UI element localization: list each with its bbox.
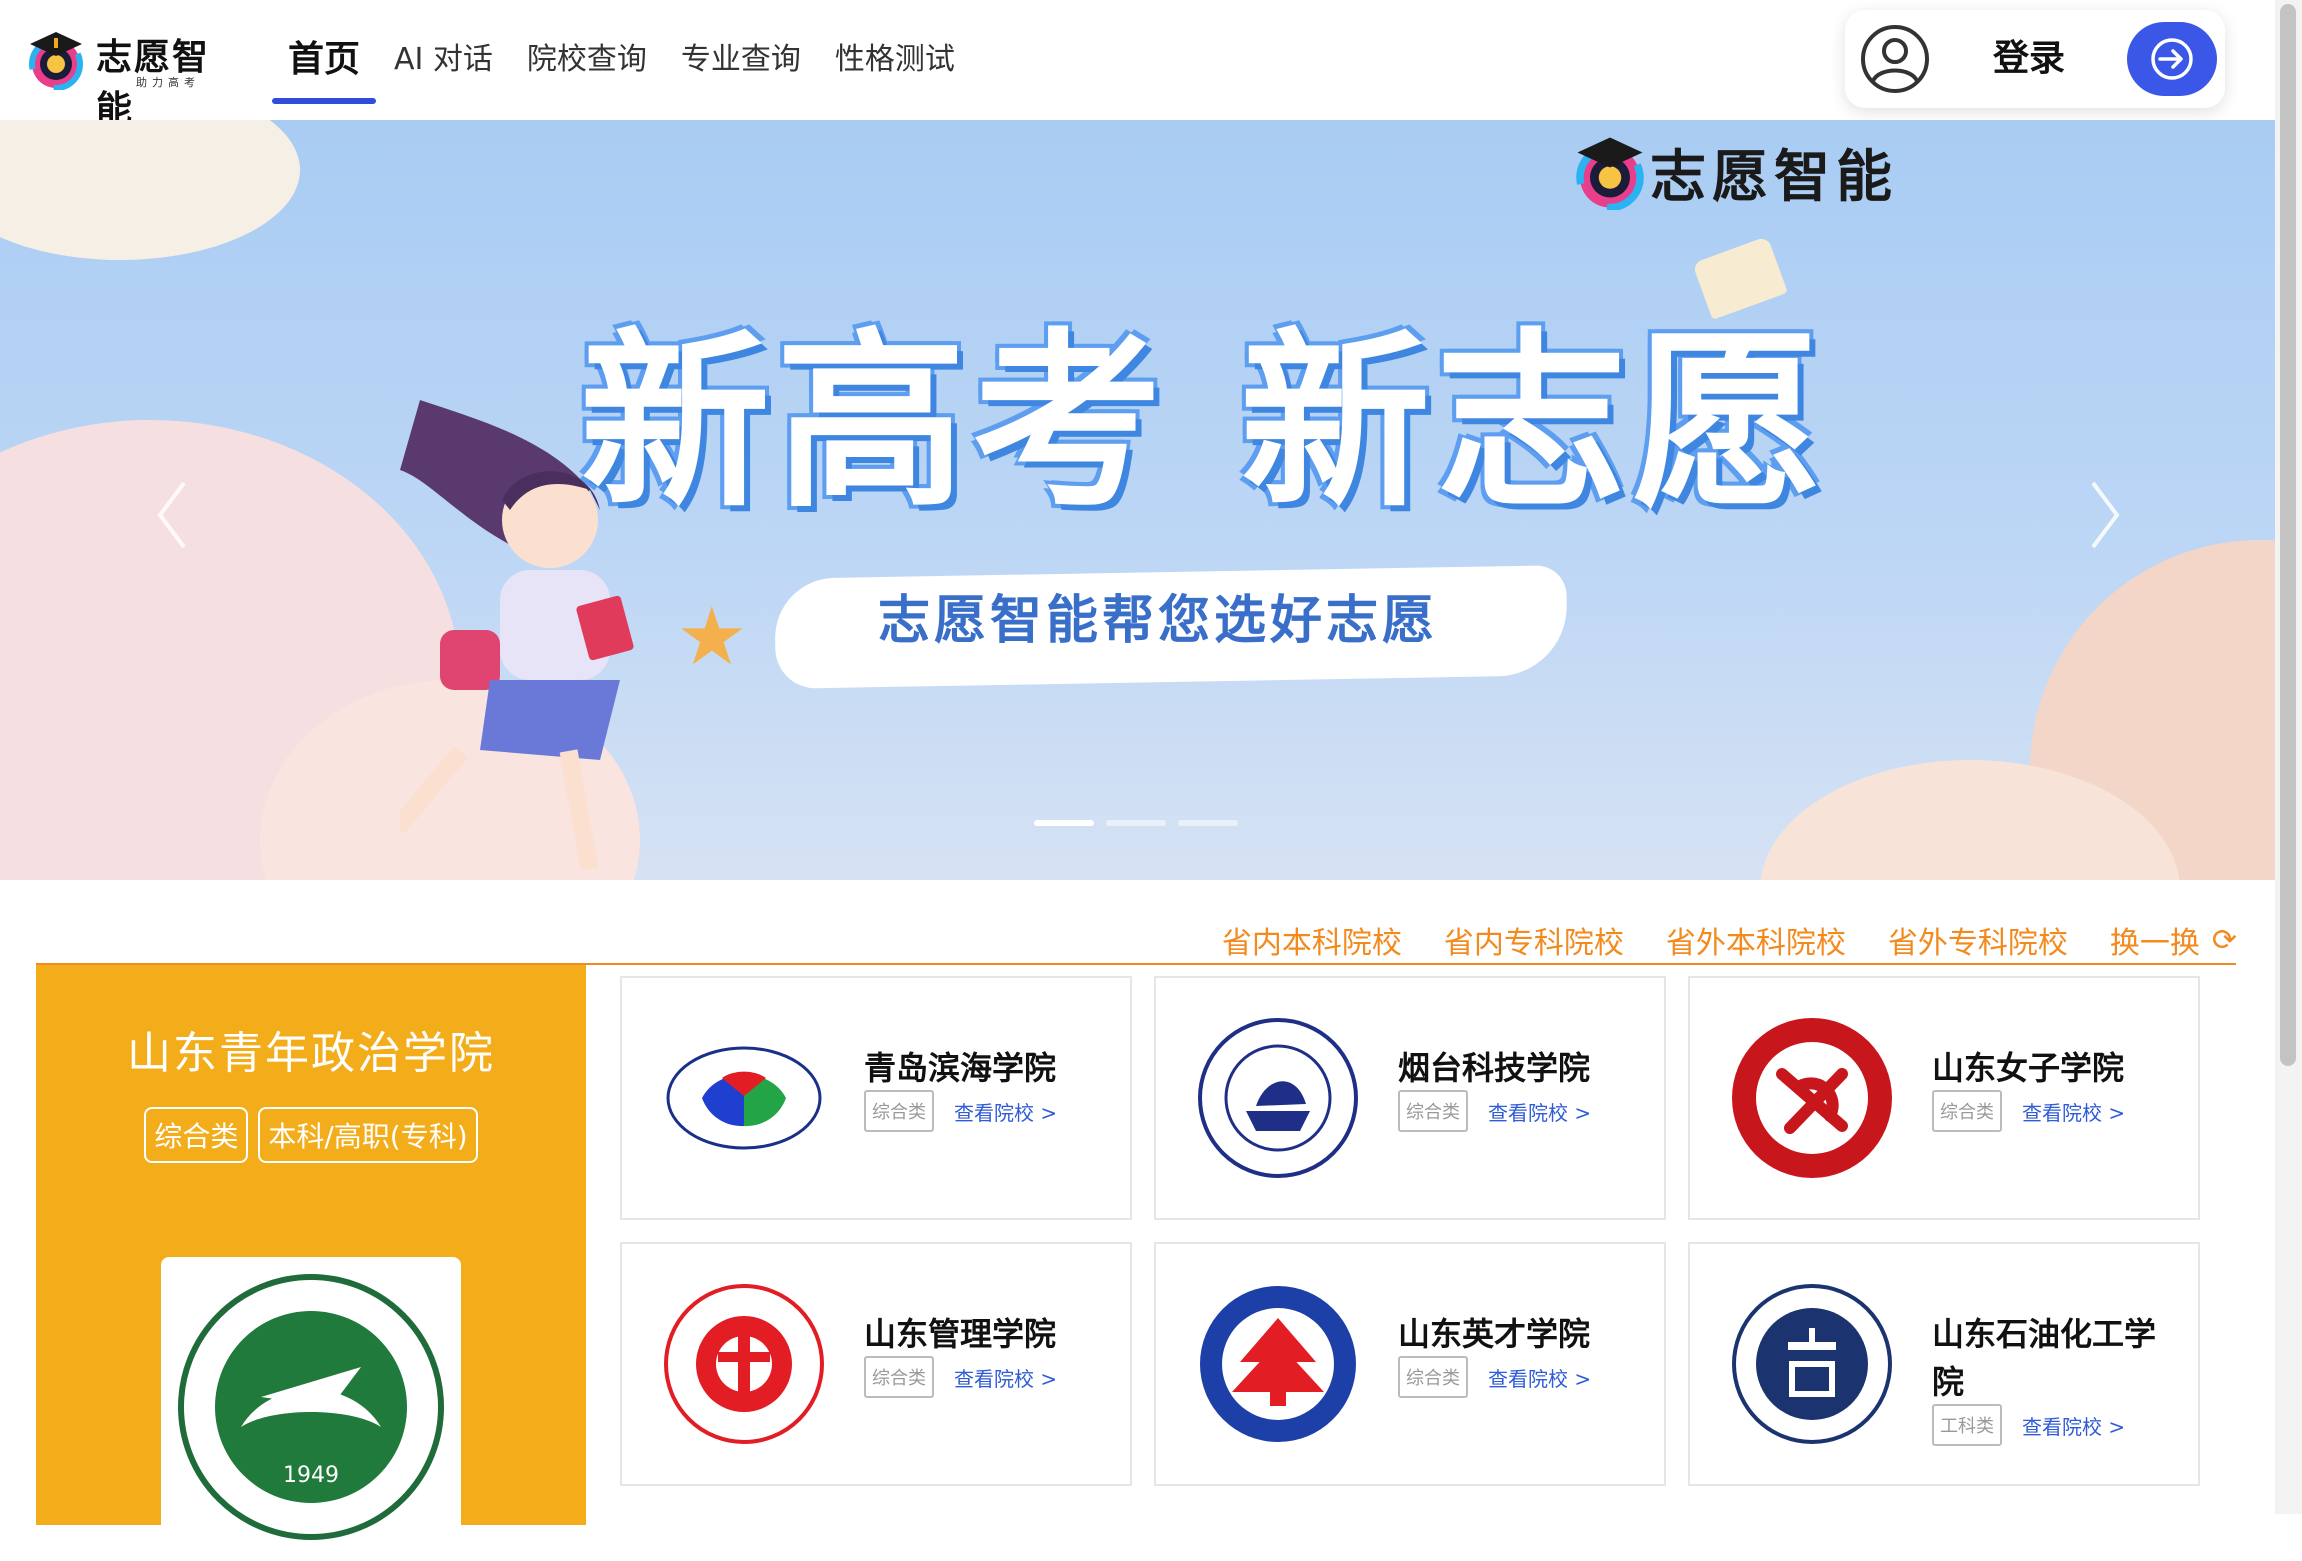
banner-headline: 新高考 新志愿 [580, 312, 1829, 533]
school-type-tag: 综合类 [1932, 1090, 2002, 1132]
school-name: 山东女子学院 [1932, 1049, 2125, 1087]
nav-major-search[interactable]: 专业查询 [681, 0, 801, 120]
tab-in-province-undergrad[interactable]: 省内本科院校 [1222, 918, 1402, 962]
view-school-link[interactable]: 查看院校 > [2022, 1097, 2125, 1126]
school-type-tag: 工科类 [1932, 1404, 2002, 1446]
view-school-link[interactable]: 查看院校 > [954, 1363, 1057, 1392]
school-logo-icon [666, 1046, 822, 1150]
carousel-dot[interactable] [1178, 820, 1238, 826]
school-card[interactable]: 山东管理学院 综合类 查看院校 > [620, 1242, 1132, 1486]
carousel-next-arrow-icon[interactable] [2085, 475, 2125, 555]
school-name: 山东英才学院 [1398, 1315, 1591, 1353]
featured-school-logo: 1949 [161, 1257, 461, 1557]
site-logo[interactable]: 志愿智能 助力高考 [24, 26, 244, 130]
featured-school-name: 山东青年政治学院 [127, 1028, 495, 1079]
school-logo-icon [1732, 1284, 1892, 1444]
view-school-link[interactable]: 查看院校 > [2022, 1411, 2125, 1440]
featured-school-card[interactable]: 山东青年政治学院 综合类 本科/高职(专科) 1949 [36, 965, 586, 1557]
category-tabs: 省内本科院校 省内专科院校 省外本科院校 省外专科院校 换一换 ⟳ [1180, 918, 2237, 962]
school-card[interactable]: 山东英才学院 综合类 查看院校 > [1154, 1242, 1666, 1486]
school-type-tag: 综合类 [864, 1090, 934, 1132]
school-meta: 综合类 查看院校 > [1398, 1356, 1591, 1398]
tab-in-province-college[interactable]: 省内专科院校 [1444, 918, 1624, 962]
school-name: 烟台科技学院 [1398, 1049, 1591, 1087]
school-logo-icon [664, 1284, 824, 1444]
main-nav: 首页 AI 对话 院校查询 专业查询 性格测试 [272, 0, 989, 120]
school-logo-icon [1732, 1018, 1892, 1178]
login-button[interactable] [2127, 22, 2217, 96]
carousel-indicators [1034, 820, 1238, 826]
school-logo-icon [1198, 1018, 1358, 1178]
school-meta: 工科类 查看院校 > [1932, 1404, 2125, 1446]
school-meta: 综合类 查看院校 > [1398, 1090, 1591, 1132]
school-meta: 综合类 查看院校 > [1932, 1090, 2125, 1132]
view-school-link[interactable]: 查看院校 > [1488, 1097, 1591, 1126]
scrollbar-thumb[interactable] [2280, 4, 2296, 1066]
school-meta: 综合类 查看院校 > [864, 1090, 1057, 1132]
view-school-link[interactable]: 查看院校 > [1488, 1363, 1591, 1392]
school-card[interactable]: 山东石油化工学院 工科类 查看院校 > [1688, 1242, 2200, 1486]
nav-personality-test[interactable]: 性格测试 [835, 0, 955, 120]
decor-cloud [0, 120, 300, 260]
school-type-tag: 综合类 [1398, 1090, 1468, 1132]
arrow-right-circle-icon [2151, 38, 2193, 80]
tab-out-province-undergrad[interactable]: 省外本科院校 [1666, 918, 1846, 962]
school-name: 山东石油化工学院 [1932, 1315, 2157, 1401]
tab-out-province-college[interactable]: 省外专科院校 [1888, 918, 2068, 962]
student-illustration [400, 400, 634, 871]
featured-tag-level: 本科/高职(专科) [258, 1107, 478, 1163]
logo-subtitle: 助力高考 [136, 76, 200, 89]
top-header: 志愿智能 助力高考 首页 AI 对话 院校查询 专业查询 性格测试 登录 [0, 0, 2275, 130]
school-meta: 综合类 查看院校 > [864, 1356, 1057, 1398]
school-type-tag: 综合类 [1398, 1356, 1468, 1398]
nav-school-search[interactable]: 院校查询 [527, 0, 647, 120]
school-card[interactable]: 山东女子学院 综合类 查看院校 > [1688, 976, 2200, 1220]
carousel-prev-arrow-icon[interactable] [152, 475, 192, 555]
hero-carousel[interactable]: 志愿智能 新高考 新志愿 志愿智能帮您选好志愿 ★ [0, 120, 2275, 880]
svg-text:1949: 1949 [283, 1463, 339, 1488]
user-avatar-icon[interactable] [1859, 23, 1931, 95]
login-panel: 登录 [1845, 10, 2225, 108]
banner-logo-icon [1576, 137, 1644, 210]
featured-tag-type: 综合类 [144, 1107, 249, 1163]
graduation-cap-logo-icon [29, 32, 83, 90]
school-type-tag: 综合类 [864, 1356, 934, 1398]
school-card[interactable]: 青岛滨海学院 综合类 查看院校 > [620, 976, 1132, 1220]
nav-home[interactable]: 首页 [272, 0, 377, 120]
refresh-label: 换一换 [2109, 926, 2200, 961]
carousel-dot[interactable] [1106, 820, 1166, 826]
school-name: 山东管理学院 [864, 1315, 1057, 1353]
school-logo-icon [1200, 1286, 1356, 1442]
featured-tags: 综合类 本科/高职(专科) [36, 1107, 586, 1163]
login-link[interactable]: 登录 [1993, 10, 2065, 108]
carousel-dot[interactable] [1034, 820, 1094, 826]
nav-ai-chat[interactable]: AI 对话 [394, 0, 493, 120]
refresh-button[interactable]: 换一换 ⟳ [2110, 918, 2237, 962]
view-school-link[interactable]: 查看院校 > [954, 1097, 1057, 1126]
school-card[interactable]: 烟台科技学院 综合类 查看院校 > [1154, 976, 1666, 1220]
school-name: 青岛滨海学院 [864, 1049, 1057, 1087]
banner-subline: 志愿智能帮您选好志愿 [878, 591, 1439, 651]
school-emblem-icon: 1949 [178, 1274, 444, 1540]
refresh-icon: ⟳ [2211, 922, 2237, 958]
banner-logo-text: 志愿智能 [1650, 144, 1898, 210]
